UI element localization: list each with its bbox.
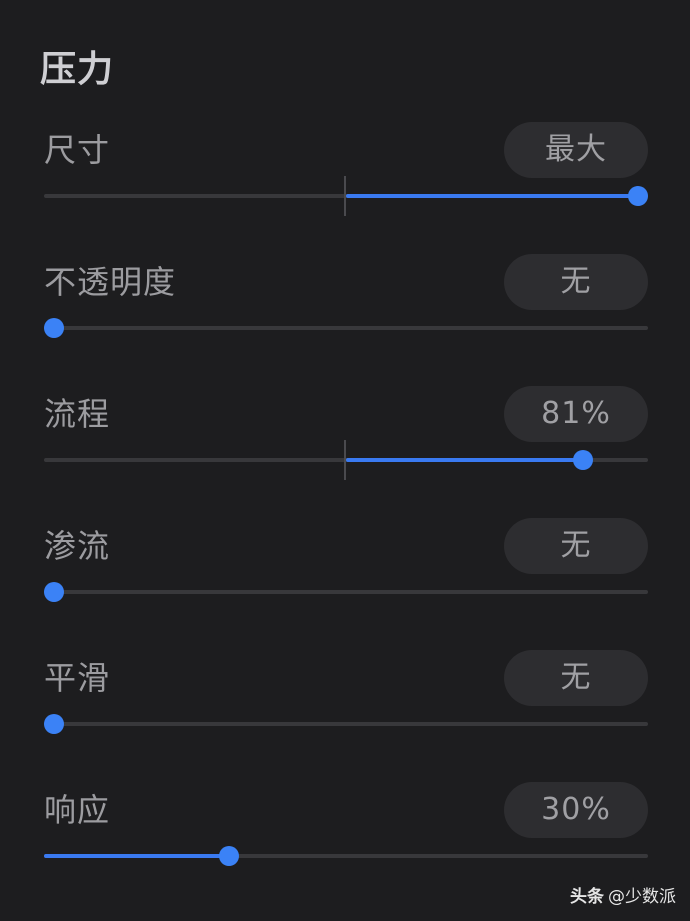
slider-knob[interactable] [44,714,64,734]
slider-track [44,590,648,594]
watermark: 头条 @少数派 [570,882,676,907]
value-pill[interactable]: 81% [504,386,648,442]
bleed-slider[interactable] [44,582,648,602]
slider-knob[interactable] [628,186,648,206]
setting-label: 响应 [44,791,111,829]
flow-slider[interactable] [44,440,648,480]
value-pill[interactable]: 最大 [504,122,648,178]
value-pill[interactable]: 无 [504,650,648,706]
slider-fill [346,194,638,198]
slider-knob[interactable] [219,846,240,866]
setting-row-size: 尺寸 最大 [0,122,690,222]
setting-label: 平滑 [44,659,111,697]
setting-label: 不透明度 [44,263,177,301]
setting-row-smoothing: 平滑 无 [0,650,690,750]
size-slider[interactable] [44,176,648,216]
response-slider[interactable] [44,846,648,866]
setting-label: 尺寸 [44,131,111,169]
slider-fill [44,854,230,858]
smoothing-slider[interactable] [44,714,648,734]
slider-track [44,722,648,726]
setting-label: 渗流 [44,527,111,565]
opacity-slider[interactable] [44,318,648,338]
slider-knob[interactable] [44,582,64,602]
section-title: 压力 [40,49,115,90]
watermark-brand: 头条 [570,887,604,907]
slider-fill [346,458,583,462]
setting-row-opacity: 不透明度 无 [0,254,690,354]
value-pill[interactable]: 无 [504,254,648,310]
setting-label: 流程 [44,395,111,433]
setting-row-flow: 流程 81% [0,386,690,486]
watermark-handle: @少数派 [608,887,676,907]
value-pill[interactable]: 30% [504,782,648,838]
slider-knob[interactable] [44,318,64,338]
slider-knob[interactable] [572,450,593,470]
setting-row-response: 响应 30% [0,782,690,882]
slider-track [44,326,648,330]
value-pill[interactable]: 无 [504,518,648,574]
setting-row-bleed: 渗流 无 [0,518,690,618]
